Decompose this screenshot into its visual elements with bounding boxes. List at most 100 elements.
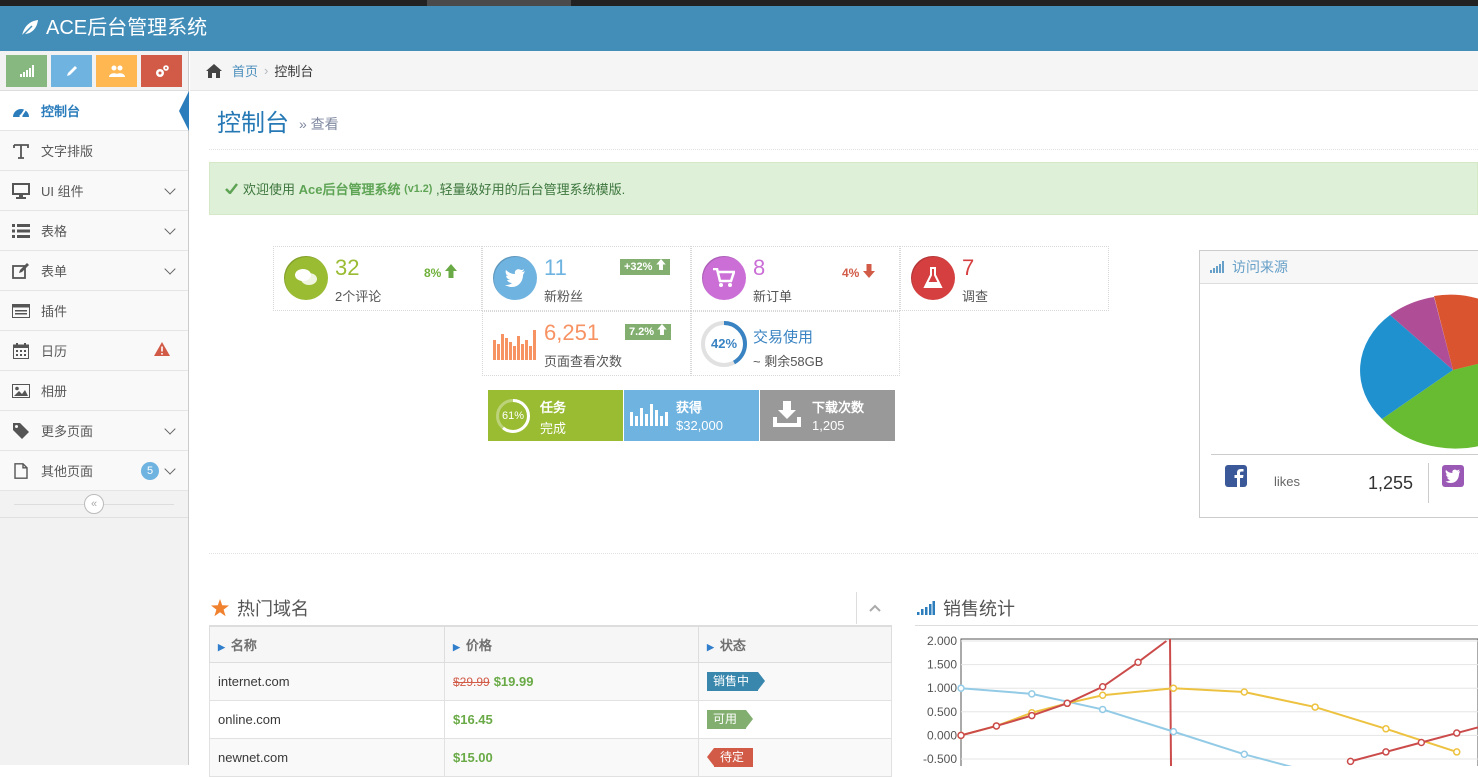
followers-stat-text: +32%	[624, 261, 653, 273]
alert-version: (v1.2)	[404, 182, 433, 195]
sidebar-item-dashboard[interactable]: 控制台	[0, 91, 189, 131]
chevron-down-icon	[164, 263, 176, 275]
traffic-source-widget: 访问来源 likes 1,255	[1199, 250, 1478, 518]
followers-badge: +32%	[620, 259, 670, 275]
breadcrumb-home-link[interactable]: 首页	[232, 61, 258, 80]
chart-data-point	[1098, 705, 1107, 714]
breadcrumb-separator: ›	[264, 63, 269, 78]
downloads-title: 下载次数	[812, 400, 865, 415]
chart-data-point	[1240, 688, 1249, 696]
chart-data-point	[1382, 748, 1390, 756]
comments-stat: 8%	[424, 264, 457, 280]
infobox-earnings: 获得 $32,000	[624, 390, 759, 441]
sidebar-badge: 5	[141, 462, 159, 480]
domain-price-cell: $29.99 $19.99	[444, 662, 699, 701]
y-tick-label: 0.500	[927, 705, 957, 719]
domain-status-cell: 销售中	[698, 662, 892, 701]
sidebar-item-calendar[interactable]: 日历	[0, 331, 188, 371]
social-divider	[1428, 463, 1429, 503]
domain-name-cell: newnet.com	[209, 738, 445, 777]
column-header-price[interactable]: ▶ 价格	[444, 626, 699, 663]
shortcut-signal-button[interactable]	[6, 55, 47, 87]
sales-line-chart: 2.000 1.500 1.000 0.500 0.000 -0.500	[923, 634, 1478, 777]
chart-data-point	[1169, 727, 1178, 736]
shortcut-pencil-button[interactable]	[51, 55, 92, 87]
chart-data-point	[1382, 725, 1390, 733]
chart-data-point	[1134, 658, 1142, 666]
status-badge: 待定	[706, 748, 754, 767]
y-tick-label: -0.500	[923, 752, 957, 766]
domain-name: internet.com	[218, 674, 290, 689]
sidebar-item-label: 表格	[41, 224, 68, 239]
domain-name-cell: internet.com	[209, 662, 445, 701]
sales-header: 销售统计	[915, 590, 1478, 626]
chart-data-point	[1028, 711, 1036, 720]
domains-table: ▶ 名称 ▶ 价格 ▶ 状态 internet.com $29.99 $19.99 销售中 o…	[209, 626, 892, 777]
shortcut-users-button[interactable]	[96, 55, 137, 87]
signal-icon	[19, 65, 34, 77]
arrow-up-icon	[657, 324, 667, 335]
facebook-icon	[1225, 465, 1247, 487]
sidebar-item-other-pages[interactable]: 其他页面 5	[0, 451, 188, 491]
page-title: 控制台	[217, 110, 289, 137]
domain-name: newnet.com	[218, 750, 289, 765]
chart-data-point	[1240, 750, 1249, 759]
collapse-widget-button[interactable]	[856, 592, 892, 624]
sidebar-item-label: 文字排版	[41, 144, 94, 159]
chart-data-point	[1063, 699, 1071, 708]
page-header: 控制台 » 查看	[209, 92, 1478, 150]
picture-icon	[11, 383, 31, 399]
trade-percent: 42%	[710, 336, 738, 351]
sidebar-item-tables[interactable]: 表格	[0, 211, 188, 251]
sidebar-shortcuts	[0, 51, 188, 91]
orders-count: 8	[753, 255, 766, 280]
domains-table-body: internet.com $29.99 $19.99 销售中 online.com $16…	[209, 662, 892, 777]
sidebar-item-widgets[interactable]: 插件	[0, 291, 188, 331]
tasks-percent: 61%	[501, 410, 525, 422]
column-header-name[interactable]: ▶ 名称	[209, 626, 445, 663]
price: $16.45	[453, 712, 493, 727]
y-tick-label: 0.000	[927, 728, 957, 742]
domain-status-cell: 待定	[698, 738, 892, 777]
comments-count: 32	[335, 255, 360, 280]
likes-count: 1,255	[1368, 473, 1414, 493]
twitter-icon-circle	[493, 256, 537, 300]
shortcut-cogs-button[interactable]	[141, 55, 182, 87]
traffic-divider	[1211, 454, 1478, 455]
sidebar-item-label: 相册	[41, 384, 68, 399]
file-icon	[11, 462, 31, 479]
hot-domains-title: 热门域名	[237, 598, 309, 619]
hot-domains-header: 热门域名	[209, 590, 892, 626]
comments-stat-text: 8%	[424, 266, 442, 280]
infobox-pageviews: 6,251 页面查看次数 7.2%	[482, 311, 691, 376]
check-icon	[225, 183, 238, 194]
sidebar-item-more-pages[interactable]: 更多页面	[0, 411, 188, 451]
arrow-down-icon	[862, 264, 875, 278]
sidebar-item-ui-elements[interactable]: UI 组件	[0, 171, 188, 211]
pageviews-stat-text: 7.2%	[629, 326, 655, 338]
pencil-icon	[66, 66, 77, 76]
caret-right-icon: ▶	[218, 642, 225, 652]
leaf-icon	[21, 20, 38, 37]
edit-icon	[11, 262, 31, 279]
column-header-status[interactable]: ▶ 状态	[698, 626, 892, 663]
price: $19.99	[493, 674, 534, 689]
earnings-title: 获得	[676, 400, 703, 415]
chart-data-point	[1453, 748, 1461, 756]
sidebar-item-typography[interactable]: 文字排版	[0, 131, 188, 171]
sidebar-item-forms[interactable]: 表单	[0, 251, 188, 291]
sales-title: 销售统计	[943, 598, 1015, 619]
sidebar-item-gallery[interactable]: 相册	[0, 371, 188, 411]
chart-data-point	[1346, 757, 1355, 766]
users-icon	[108, 65, 125, 77]
brand[interactable]: ACE后台管理系统	[20, 15, 207, 41]
arrow-up-icon	[444, 264, 457, 278]
chart-data-point	[1098, 683, 1107, 691]
chart-data-point	[1028, 690, 1036, 698]
section-divider	[209, 553, 1478, 554]
tasks-title: 任务	[540, 400, 567, 415]
text-icon	[11, 143, 31, 159]
y-tick-label: 1.500	[927, 658, 957, 672]
collapse-button[interactable]: «	[84, 494, 104, 514]
widget-icon	[11, 303, 31, 319]
